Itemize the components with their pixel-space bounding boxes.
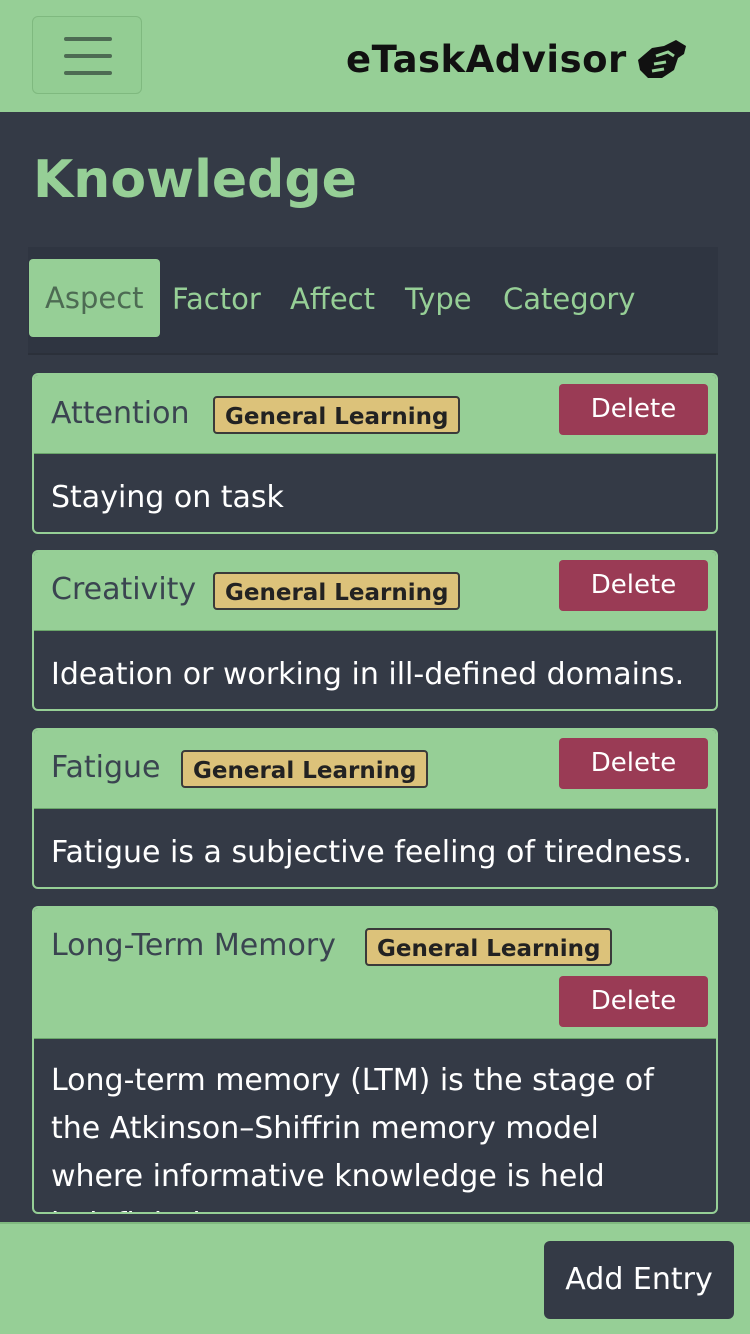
entry-card: Fatigue General Learning Delete Fatigue … [32, 728, 718, 889]
entry-card: Creativity General Learning Delete Ideat… [32, 550, 718, 711]
category-badge: General Learning [213, 572, 461, 610]
category-tabs: Aspect Factor Affect Type Category [28, 247, 718, 355]
tab-aspect[interactable]: Aspect [29, 259, 160, 337]
tab-type[interactable]: Type [405, 260, 472, 338]
entry-description: Ideation or working in ill-defined domai… [51, 657, 685, 692]
entry-title: Creativity [51, 572, 197, 607]
entry-description: Fatigue is a subjective feeling of tired… [51, 835, 693, 870]
category-badge: General Learning [181, 750, 429, 788]
page-title: Knowledge [33, 150, 357, 210]
entry-title: Attention [51, 396, 190, 431]
entry-card: Long-Term Memory General Learning Delete… [32, 906, 718, 1214]
menu-bar-icon [64, 71, 112, 75]
add-entry-button[interactable]: Add Entry [544, 1241, 734, 1319]
entry-description: Staying on task [51, 480, 284, 515]
entry-title: Long-Term Memory [51, 928, 336, 963]
hamburger-menu-button[interactable] [32, 16, 142, 94]
category-badge: General Learning [365, 928, 613, 966]
entry-description: Long-term memory (LTM) is the stage of t… [51, 1063, 654, 1212]
entry-card: Attention General Learning Delete Stayin… [32, 373, 718, 534]
entry-card-header: Fatigue General Learning Delete [34, 730, 716, 809]
tab-affect[interactable]: Affect [290, 260, 375, 338]
delete-button[interactable]: Delete [559, 976, 708, 1027]
tab-category[interactable]: Category [503, 260, 635, 338]
handshake-icon [638, 40, 686, 78]
app-title[interactable]: eTaskAdvisor [346, 38, 627, 81]
delete-button[interactable]: Delete [559, 560, 708, 611]
top-navbar: eTaskAdvisor [0, 0, 750, 112]
delete-button[interactable]: Delete [559, 384, 708, 435]
menu-bar-icon [64, 54, 112, 58]
category-badge: General Learning [213, 396, 461, 434]
bottom-footer: Add Entry [0, 1222, 750, 1334]
entry-card-header: Long-Term Memory General Learning Delete [34, 908, 716, 1039]
tab-factor[interactable]: Factor [172, 260, 261, 338]
menu-bar-icon [64, 37, 112, 41]
entry-title: Fatigue [51, 750, 161, 785]
delete-button[interactable]: Delete [559, 738, 708, 789]
entry-card-header: Attention General Learning Delete [34, 375, 716, 454]
entry-card-header: Creativity General Learning Delete [34, 552, 716, 631]
